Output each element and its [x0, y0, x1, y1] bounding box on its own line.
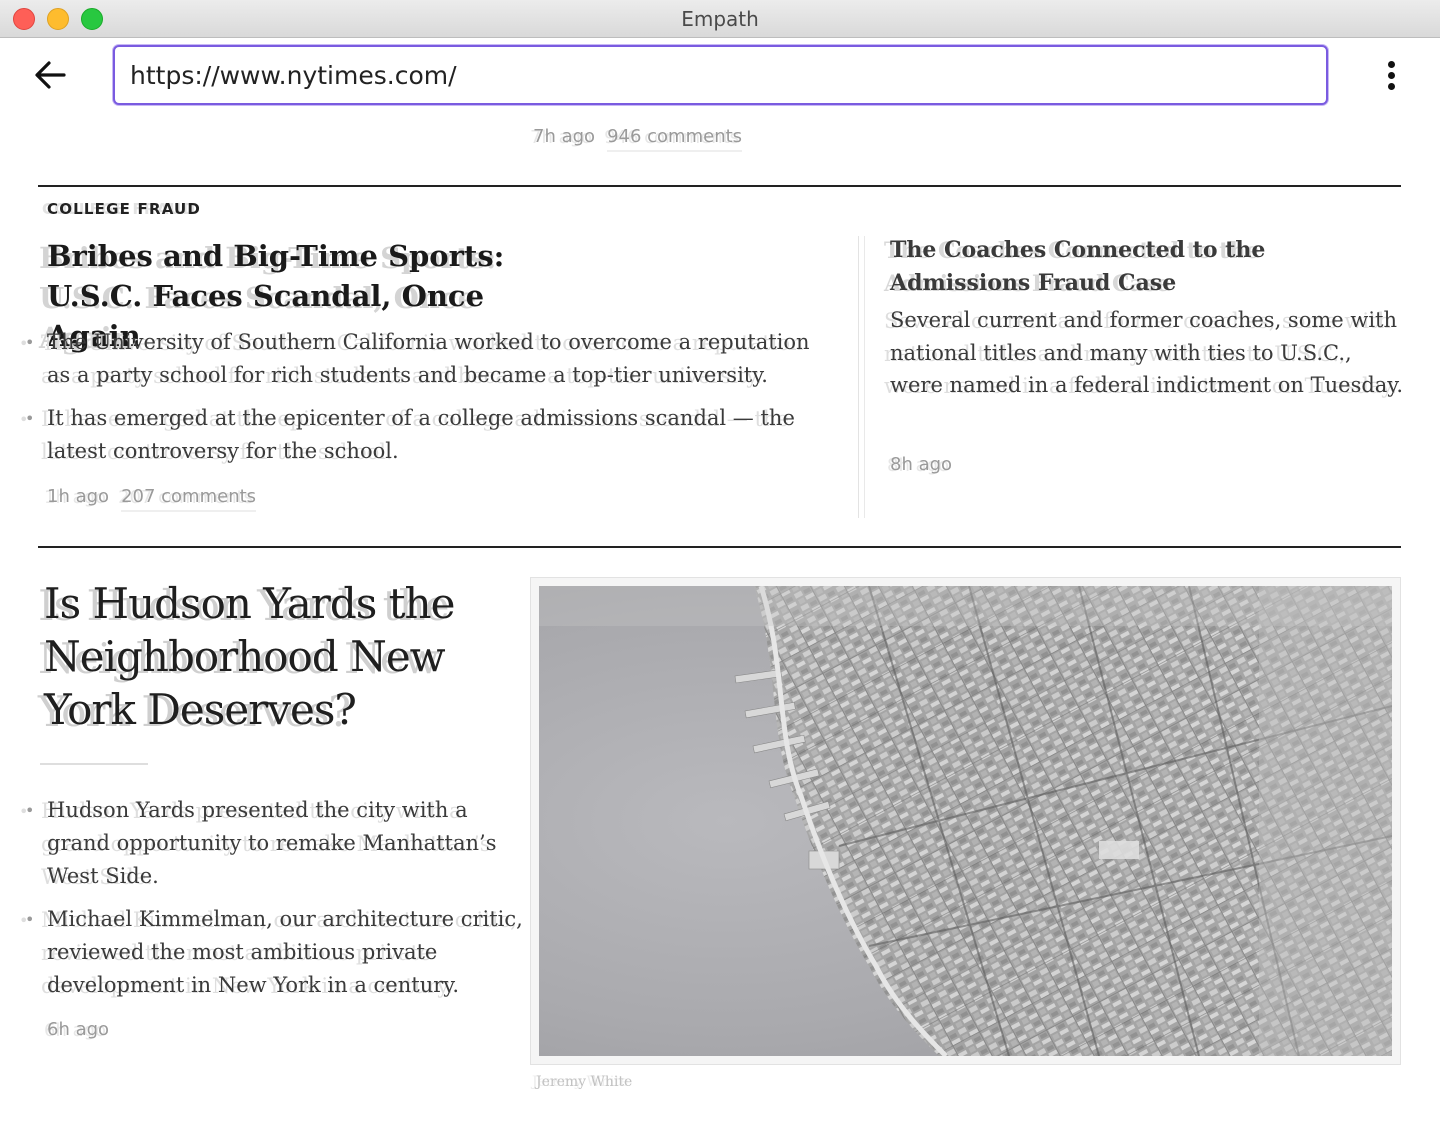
comments-link[interactable]: 946 comments: [607, 126, 743, 152]
url-input[interactable]: [113, 45, 1328, 105]
story-photo[interactable]: [530, 577, 1401, 1065]
story-meta: 6h ago: [47, 1019, 109, 1040]
window-titlebar: Empath: [0, 0, 1440, 38]
aerial-map-image: [539, 586, 1392, 1056]
vertical-dots-icon: [1387, 61, 1395, 68]
headline-coaches[interactable]: The Coaches Connected to the Admissions …: [890, 234, 1390, 300]
story-time: 1h ago: [47, 486, 110, 507]
photo-credit: Jeremy White: [536, 1074, 633, 1090]
story-meta: 8h ago: [890, 454, 952, 475]
column-divider: [858, 236, 859, 518]
section-divider: [38, 546, 1401, 548]
story-kicker[interactable]: COLLEGE FRAUD: [47, 200, 201, 218]
headline-line: Bribes and Big-Time Sports:: [47, 239, 505, 273]
window-title: Empath: [681, 7, 759, 31]
headline-line: York Deserves?: [44, 685, 357, 734]
section-divider: [38, 185, 1401, 187]
comments-link[interactable]: 207 comments: [121, 486, 257, 512]
headline-line: Neighborhood New: [44, 632, 446, 681]
arrow-left-icon: [35, 61, 66, 89]
story-summary-list: Hudson Yards presented the city with a g…: [25, 794, 527, 1012]
story-summary: Several current and former coaches, some…: [890, 308, 1404, 397]
story-time: 7h ago: [533, 126, 596, 147]
headline-line: Is Hudson Yards the: [44, 579, 455, 628]
headline-hudson-yards[interactable]: Is Hudson Yards the Neighborhood New Yor…: [44, 577, 514, 736]
column-divider: [864, 236, 865, 518]
summary-bullet: Hudson Yards presented the city with a g…: [25, 794, 527, 893]
more-menu-button[interactable]: [1378, 58, 1404, 94]
story-time: 6h ago: [47, 1019, 110, 1040]
top-story-meta: 7h ago 946 comments: [533, 126, 743, 152]
summary-bullet: It has emerged at the epicenter of a col…: [25, 402, 837, 468]
story-summary-list: The University of Southern California wo…: [25, 326, 837, 478]
back-button[interactable]: [30, 56, 70, 96]
story-time: 8h ago: [890, 454, 953, 475]
summary-bullet: Michael Kimmelman, our architecture crit…: [25, 903, 527, 1002]
story-meta: 1h ago 207 comments: [47, 486, 257, 512]
summary-bullet: The University of Southern California wo…: [25, 326, 837, 392]
headline-underline: [40, 763, 148, 765]
